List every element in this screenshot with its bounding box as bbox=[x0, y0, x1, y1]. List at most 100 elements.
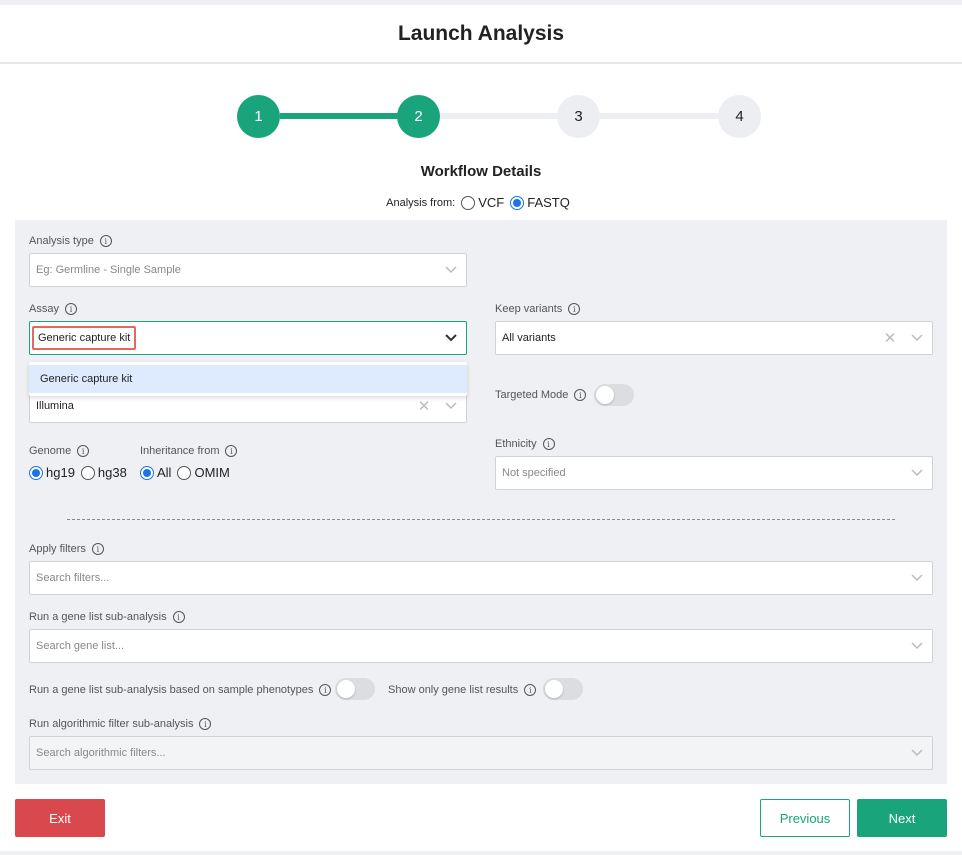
keep-variants-value: All variants bbox=[502, 332, 556, 344]
step-1[interactable]: 1 bbox=[237, 95, 280, 138]
phenotype-toggle[interactable] bbox=[335, 678, 375, 700]
algorithmic-label: Run algorithmic filter sub-analysis i bbox=[29, 718, 212, 730]
bottom-bar bbox=[0, 851, 962, 855]
info-icon[interactable]: i bbox=[524, 684, 537, 696]
radio-hg19[interactable]: hg19 bbox=[29, 465, 75, 480]
radio-circle[interactable] bbox=[177, 465, 192, 480]
previous-button[interactable]: Previous bbox=[760, 799, 850, 837]
targeted-mode-label-text: Targeted Mode bbox=[495, 389, 569, 401]
apply-filters-label-text: Apply filters bbox=[29, 543, 86, 555]
info-icon[interactable]: i bbox=[77, 445, 90, 457]
show-gene-list-toggle[interactable] bbox=[543, 678, 583, 700]
dropdown-option[interactable]: Generic capture kit bbox=[29, 365, 467, 393]
info-icon[interactable]: i bbox=[64, 303, 77, 315]
step-4[interactable]: 4 bbox=[718, 95, 761, 138]
chevron-down-icon[interactable] bbox=[902, 749, 932, 757]
section-title: Workflow Details bbox=[420, 163, 542, 180]
clear-icon[interactable]: ✕ bbox=[878, 329, 902, 347]
platform-value: Illumina bbox=[36, 400, 74, 412]
genome-label-text: Genome bbox=[29, 445, 72, 457]
radio-circle-selected[interactable] bbox=[510, 195, 525, 210]
apply-filters-placeholder: Search filters... bbox=[36, 572, 110, 584]
chevron-down-icon[interactable] bbox=[436, 402, 466, 410]
genome-label: Genome i bbox=[29, 445, 90, 457]
assay-label-text: Assay bbox=[29, 303, 59, 315]
apply-filters-label: Apply filters i bbox=[29, 543, 104, 555]
radio-circle[interactable] bbox=[80, 465, 95, 480]
info-icon[interactable]: i bbox=[568, 303, 581, 315]
radio-circle-selected[interactable] bbox=[29, 465, 43, 480]
step-3[interactable]: 3 bbox=[557, 95, 600, 138]
info-icon[interactable]: i bbox=[91, 543, 104, 555]
info-icon[interactable]: i bbox=[319, 684, 332, 696]
page-title: Launch Analysis bbox=[397, 21, 565, 45]
show-gene-list-label-text: Show only gene list results bbox=[388, 684, 519, 696]
chevron-down-icon[interactable] bbox=[902, 469, 932, 477]
info-icon[interactable]: i bbox=[172, 611, 185, 623]
step-2[interactable]: 2 bbox=[397, 95, 440, 138]
assay-value-wrap: Generic capture kit bbox=[30, 326, 436, 350]
assay-select[interactable]: Generic capture kit bbox=[29, 321, 467, 355]
page-header: Launch Analysis bbox=[0, 5, 962, 64]
radio-vcf-label: VCF bbox=[478, 195, 505, 210]
step-connector-2 bbox=[440, 113, 558, 119]
workflow-form-panel bbox=[15, 220, 947, 784]
ethnicity-value: Not specified bbox=[502, 467, 566, 479]
algorithmic-select[interactable]: Search algorithmic filters... bbox=[29, 736, 933, 770]
info-icon[interactable]: i bbox=[574, 389, 587, 401]
show-gene-list-label: Show only gene list results i bbox=[388, 684, 537, 696]
chevron-down-icon[interactable] bbox=[902, 574, 932, 582]
keep-variants-label: Keep variants i bbox=[495, 303, 581, 315]
radio-circle-selected[interactable] bbox=[140, 465, 154, 480]
ethnicity-label-text: Ethnicity bbox=[495, 438, 537, 450]
chevron-down-icon[interactable] bbox=[436, 266, 466, 274]
inheritance-label: Inheritance from i bbox=[140, 445, 238, 457]
assay-dropdown-menu: Generic capture kit bbox=[29, 362, 467, 396]
inheritance-radio-group: All OMIM bbox=[140, 465, 236, 480]
gene-list-select[interactable]: Search gene list... bbox=[29, 629, 933, 663]
radio-hg38[interactable]: hg38 bbox=[80, 465, 127, 480]
ethnicity-label: Ethnicity i bbox=[495, 438, 555, 450]
radio-all[interactable]: All bbox=[140, 465, 171, 480]
chevron-down-icon[interactable] bbox=[902, 334, 932, 342]
radio-circle[interactable] bbox=[461, 195, 476, 210]
info-icon[interactable]: i bbox=[199, 718, 212, 730]
chevron-down-icon[interactable] bbox=[436, 334, 466, 342]
radio-fastq-label: FASTQ bbox=[527, 195, 570, 210]
apply-filters-select[interactable]: Search filters... bbox=[29, 561, 933, 595]
info-icon[interactable]: i bbox=[225, 445, 238, 457]
chevron-down-icon[interactable] bbox=[902, 642, 932, 650]
gene-list-label-text: Run a gene list sub-analysis bbox=[29, 611, 167, 623]
info-icon[interactable]: i bbox=[99, 235, 112, 247]
exit-button[interactable]: Exit bbox=[15, 799, 105, 837]
next-button[interactable]: Next bbox=[857, 799, 947, 837]
assay-value: Generic capture kit bbox=[32, 326, 137, 350]
radio-all-label: All bbox=[157, 465, 172, 480]
gene-list-placeholder: Search gene list... bbox=[36, 640, 125, 652]
radio-omim-label: OMIM bbox=[194, 465, 230, 480]
clear-icon[interactable]: ✕ bbox=[412, 397, 436, 415]
info-icon[interactable]: i bbox=[542, 438, 555, 450]
phenotype-label: Run a gene list sub-analysis based on sa… bbox=[29, 684, 332, 696]
keep-variants-label-text: Keep variants bbox=[495, 303, 563, 315]
radio-omim[interactable]: OMIM bbox=[177, 465, 230, 480]
assay-label: Assay i bbox=[29, 303, 77, 315]
radio-fastq[interactable]: FASTQ bbox=[510, 195, 570, 210]
step-connector-1 bbox=[280, 113, 398, 119]
keep-variants-select[interactable]: All variants ✕ bbox=[495, 321, 933, 355]
analysis-from-label: Analysis from: bbox=[386, 196, 456, 209]
genome-radio-group: hg19 hg38 bbox=[29, 465, 133, 480]
analysis-type-placeholder: Eg: Germline - Single Sample bbox=[36, 264, 181, 276]
analysis-type-select[interactable]: Eg: Germline - Single Sample bbox=[29, 253, 467, 287]
step-connector-3 bbox=[600, 113, 718, 119]
targeted-mode-toggle[interactable] bbox=[594, 384, 634, 406]
gene-list-label: Run a gene list sub-analysis i bbox=[29, 611, 185, 623]
radio-hg38-label: hg38 bbox=[97, 465, 127, 480]
ethnicity-select[interactable]: Not specified bbox=[495, 456, 933, 490]
radio-hg19-label: hg19 bbox=[46, 465, 75, 480]
algorithmic-label-text: Run algorithmic filter sub-analysis bbox=[29, 718, 194, 730]
analysis-from-group: Analysis from: VCF FASTQ bbox=[0, 195, 962, 210]
phenotype-label-text: Run a gene list sub-analysis based on sa… bbox=[29, 684, 314, 696]
radio-vcf[interactable]: VCF bbox=[461, 195, 504, 210]
targeted-mode-label: Targeted Mode i bbox=[495, 389, 587, 401]
